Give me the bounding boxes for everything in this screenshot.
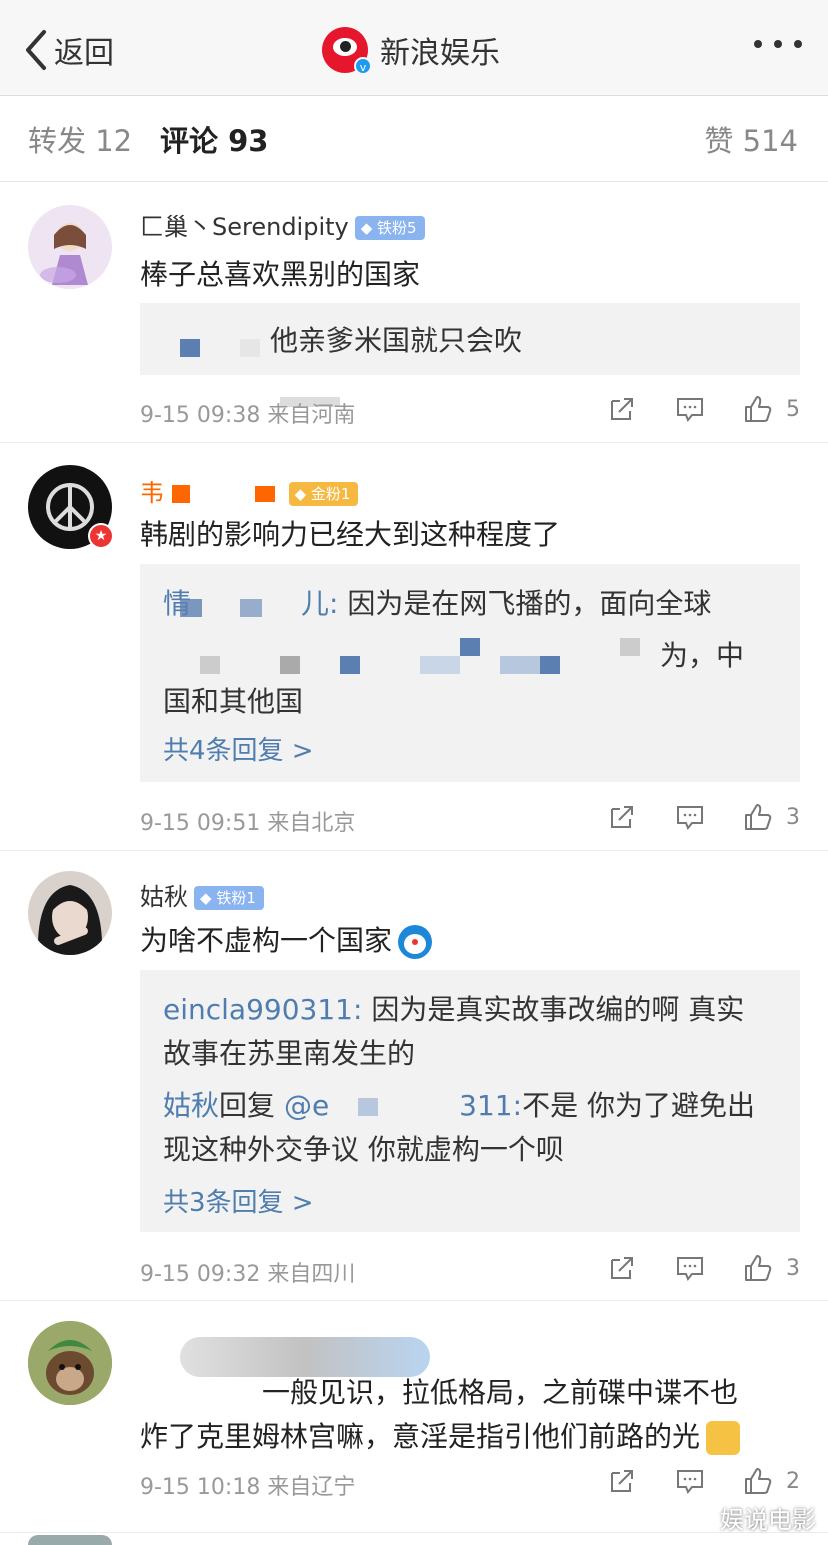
- tab-repost[interactable]: 转发 12: [28, 118, 132, 160]
- like-button[interactable]: 5: [742, 393, 800, 425]
- star-badge-icon: ★: [88, 523, 114, 549]
- sina-entertainment-logo: v: [322, 27, 372, 75]
- comment-time: 9-15 09:32: [140, 1262, 261, 1287]
- fan-badge: ◆ 铁粉5: [354, 216, 425, 240]
- thumbs-up-icon: [745, 1468, 772, 1494]
- reply-line: 国和其他国: [163, 685, 304, 718]
- share-icon[interactable]: [606, 801, 638, 833]
- like-button[interactable]: 2: [742, 1465, 800, 1497]
- comment-text: 棒子总喜欢黑别的国家: [140, 258, 421, 291]
- comment-username[interactable]: 韦 ◆ 金粉1: [140, 473, 359, 508]
- fan-badge: ◆ 铁粉1: [194, 886, 264, 910]
- more-replies-link[interactable]: 共4条回复 >: [163, 730, 314, 767]
- comment-text: 一般见识，拉低格局，之前碟中谍不也: [262, 1376, 739, 1409]
- comment-icon[interactable]: [674, 1252, 706, 1284]
- back-button[interactable]: 返回: [22, 26, 114, 74]
- comment-meta: 9-15 09:51 来自北京: [140, 805, 355, 837]
- avatar[interactable]: [28, 1535, 112, 1545]
- like-count: 3: [786, 1255, 800, 1281]
- comment-icon[interactable]: [674, 1465, 706, 1497]
- fan-badge: ◆ 金粉1: [288, 482, 359, 506]
- thumbs-up-icon: [745, 396, 772, 422]
- chevron-left-icon: [26, 30, 46, 70]
- reply-line: 现这种外交争议 你就虚构一个呗: [163, 1133, 564, 1166]
- comment-item: 匚巢丶Serendipity ◆ 铁粉5 棒子总喜欢黑别的国家 他亲爹米国就只会吹…: [0, 183, 828, 443]
- comment-username[interactable]: 姑秋 ◆ 铁粉1: [140, 877, 264, 912]
- comment-actions: 2: [606, 1465, 800, 1497]
- comment-item: 一般见识，拉低格局，之前碟中谍不也 炸了克里姆林宫嘛，意淫是指引他们前路的光 9…: [0, 1301, 828, 1533]
- reply-box[interactable]: 他亲爹米国就只会吹: [140, 303, 800, 375]
- reply-text: 他亲爹米国就只会吹: [270, 324, 523, 357]
- reply-box[interactable]: eincla990311: 因为是真实故事改编的啊 真实 故事在苏里南发生的 姑…: [140, 970, 800, 1232]
- comment-text: 炸了克里姆林宫嘛，意淫是指引他们前路的光: [140, 1415, 741, 1455]
- comment-username[interactable]: 匚巢丶Serendipity ◆ 铁粉5: [140, 207, 425, 242]
- like-count: 5: [786, 396, 800, 422]
- comment-icon[interactable]: [674, 393, 706, 425]
- comment-meta: 9-15 10:18 来自辽宁: [140, 1469, 355, 1501]
- comment-item: 姑秋 ◆ 铁粉1 为啥不虚构一个国家 eincla990311: 因为是真实故事改…: [0, 851, 828, 1301]
- tab-bar: 转发 12 评论 93 赞 514: [0, 96, 828, 182]
- emoji-icon: [706, 1421, 741, 1455]
- avatar[interactable]: [28, 1321, 112, 1405]
- thumbs-up-icon: [745, 804, 772, 830]
- comment-location: 来自北京: [267, 811, 356, 836]
- comment-location: 来自四川: [267, 1262, 356, 1287]
- avatar[interactable]: [28, 205, 112, 289]
- comment-meta: 9-15 09:32 来自四川: [140, 1256, 355, 1288]
- comment-location: 来自辽宁: [267, 1475, 356, 1500]
- comment-location: 来自河南: [267, 403, 356, 428]
- page-title: 新浪娱乐: [380, 36, 500, 71]
- share-icon[interactable]: [606, 393, 638, 425]
- more-replies-link[interactable]: 共3条回复 >: [163, 1182, 314, 1219]
- doraemon-emoji-icon: [398, 925, 433, 959]
- comment-text: 为啥不虚构一个国家: [140, 919, 433, 959]
- avatar[interactable]: [28, 871, 112, 955]
- comment-time: 9-15 09:38: [140, 403, 261, 428]
- like-count: 3: [786, 804, 800, 830]
- comment-actions: 3: [606, 1252, 800, 1284]
- like-button[interactable]: 3: [742, 1252, 800, 1284]
- account-title[interactable]: v 新浪娱乐: [322, 26, 500, 75]
- comment-icon[interactable]: [674, 801, 706, 833]
- reply-line: 为，中: [660, 639, 745, 672]
- watermark: 娱说电影: [720, 1506, 816, 1534]
- back-label: 返回: [54, 36, 114, 71]
- comment-text: 韩剧的影响力已经大到这种程度了: [140, 518, 561, 551]
- comment-actions: 3: [606, 801, 800, 833]
- reply-line: 故事在苏里南发生的: [163, 1037, 416, 1070]
- like-button[interactable]: 3: [742, 801, 800, 833]
- nav-bar: 返回 v 新浪娱乐: [0, 0, 828, 96]
- share-icon[interactable]: [606, 1465, 638, 1497]
- tab-comments[interactable]: 评论 93: [160, 118, 268, 160]
- reply-box[interactable]: 情儿: 因为是在网飞播的，面向全球 为，中 国和其他国 共4条回复 >: [140, 564, 800, 782]
- reply-line: eincla990311: 因为是真实故事改编的啊 真实: [163, 993, 745, 1026]
- more-icon[interactable]: [754, 40, 802, 48]
- comment-item: ★ 韦 ◆ 金粉1 韩剧的影响力已经大到这种程度了 情儿: 因为是在网飞播的，面…: [0, 443, 828, 851]
- share-icon[interactable]: [606, 1252, 638, 1284]
- thumbs-up-icon: [745, 1255, 772, 1281]
- verified-icon: v: [354, 57, 372, 75]
- like-count: 2: [786, 1468, 800, 1494]
- reply-line: 姑秋回复 @e 311:不是 你为了避免出: [163, 1089, 755, 1122]
- comment-meta: 9-15 09:38 来自河南: [140, 397, 355, 429]
- comment-actions: 5: [606, 393, 800, 425]
- tab-likes[interactable]: 赞 514: [704, 118, 798, 160]
- comment-time: 9-15 10:18: [140, 1475, 261, 1500]
- comment-time: 9-15 09:51: [140, 811, 261, 836]
